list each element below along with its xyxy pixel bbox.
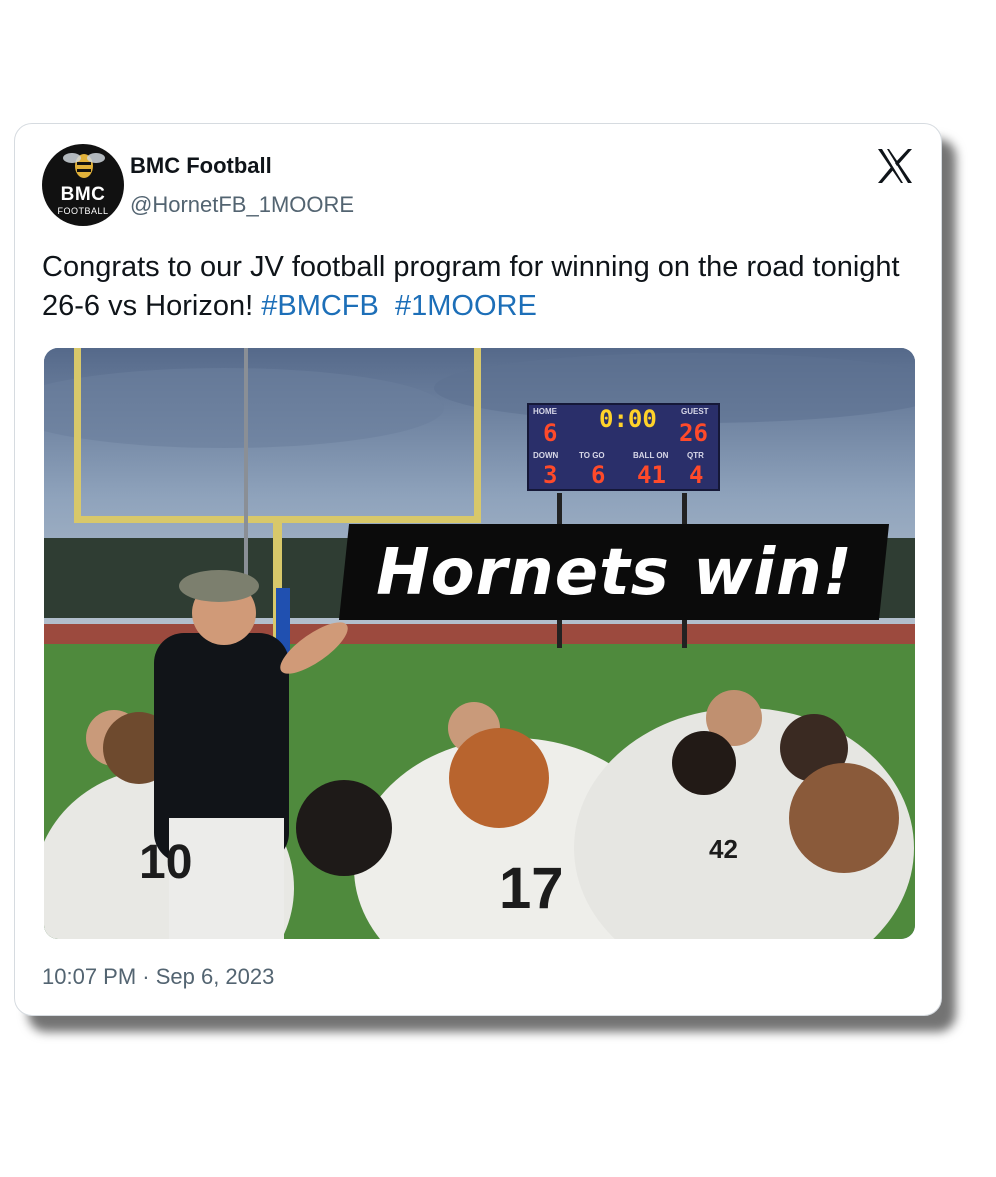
jersey-number: 10 [139,836,192,889]
banner-text: Hornets win! [376,536,853,610]
author-name[interactable]: BMC Football [130,153,272,179]
home-score: 6 [543,419,558,447]
tweet-text: Congrats to our JV football program for … [42,248,902,326]
avatar-subtitle: FOOTBALL [57,206,109,216]
to-go-label: TO GO [579,451,605,460]
tweet-photo[interactable]: 10 17 42 HOME GUEST 6 0:00 26 DOWN TO GO… [44,348,915,939]
guest-label: GUEST [681,407,709,416]
author-avatar[interactable]: BMC FOOTBALL [42,144,124,226]
home-label: HOME [533,407,557,416]
hashtag-bmcfb[interactable]: #BMCFB [261,290,379,322]
team-celebration-photo: 10 17 42 [44,348,915,939]
guest-score: 26 [679,419,708,447]
to-go-value: 6 [591,461,606,489]
ball-on-label: BALL ON [633,451,669,460]
tweet-timestamp[interactable]: 10:07 PM · Sep 6, 2023 [42,964,274,990]
down-value: 3 [543,461,558,489]
down-label: DOWN [533,451,559,460]
author-handle[interactable]: @HornetFB_1MOORE [130,192,354,218]
jersey-number: 42 [709,834,738,864]
x-logo-icon[interactable] [875,146,915,186]
qtr-value: 4 [689,461,704,489]
jersey-number: 17 [499,856,564,921]
hashtag-1moore[interactable]: #1MOORE [395,290,537,322]
avatar-abbreviation: BMC [60,184,106,205]
qtr-label: QTR [687,451,704,460]
scoreboard: HOME GUEST 6 0:00 26 DOWN TO GO BALL ON … [527,403,720,491]
ball-on-value: 41 [637,461,666,489]
tweet-card[interactable]: BMC FOOTBALL BMC Football @HornetFB_1MOO… [14,123,942,1016]
game-clock: 0:00 [599,405,657,433]
